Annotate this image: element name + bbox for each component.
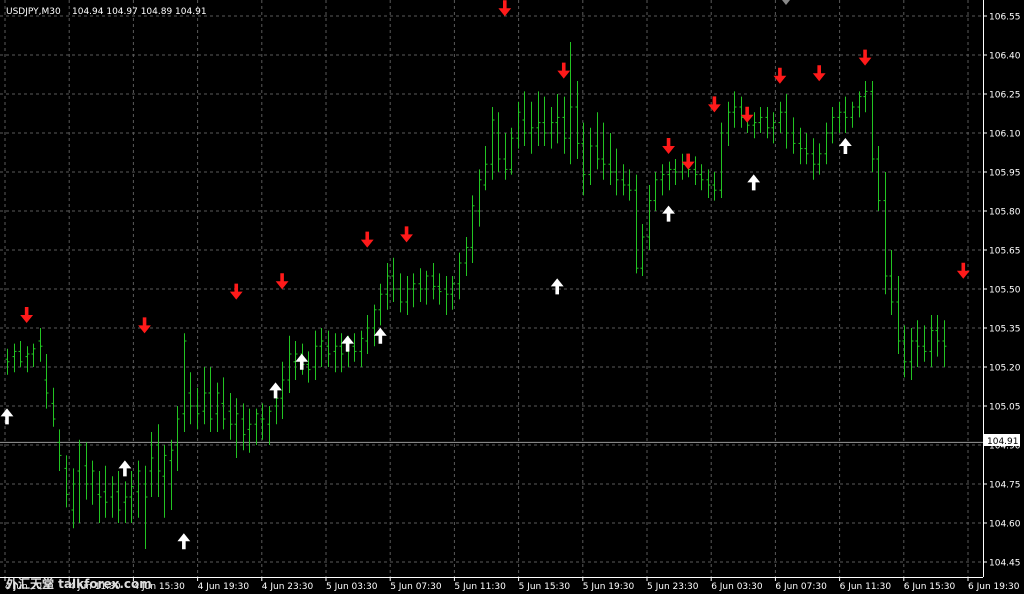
price-tick-label: 105.65 <box>989 247 1021 257</box>
time-tick-label: 5 Jun 15:30 <box>519 582 571 592</box>
time-tick-label: 5 Jun 07:30 <box>390 582 442 592</box>
time-tick-label: 4 Jun 23:30 <box>262 582 314 592</box>
time-tick-label: 5 Jun 11:30 <box>454 582 506 592</box>
ohlc-readout: 104.94 104.97 104.89 104.91 <box>72 7 207 17</box>
price-tick-label: 104.45 <box>989 559 1021 569</box>
price-tick-label: 106.55 <box>989 13 1021 23</box>
price-tick-label: 105.35 <box>989 325 1021 335</box>
chart-window: 106.55 106.40 106.25 106.10 105.95 105.80 105.… <box>0 0 1024 594</box>
price-tick-label: 105.80 <box>989 208 1021 218</box>
time-tick-label: 5 Jun 03:30 <box>326 582 378 592</box>
time-tick-label: 6 Jun 07:30 <box>775 582 827 592</box>
time-tick-label: 4 Jun 19:30 <box>198 582 250 592</box>
price-tick-label: 105.95 <box>989 169 1021 179</box>
time-tick-label: 6 Jun 03:30 <box>711 582 763 592</box>
chart-background <box>0 0 1024 594</box>
price-tick-label: 105.20 <box>989 364 1021 374</box>
price-chart[interactable]: 106.55 106.40 106.25 106.10 105.95 105.80 105.… <box>0 0 1024 594</box>
price-tick-label: 105.50 <box>989 286 1021 296</box>
current-price-value: 104.91 <box>987 437 1019 447</box>
current-price-tag: 104.91 <box>984 434 1020 447</box>
price-tick-label: 104.75 <box>989 481 1021 491</box>
time-tick-label: 6 Jun 15:30 <box>904 582 956 592</box>
price-tick-label: 105.05 <box>989 403 1021 413</box>
price-tick-label: 106.10 <box>989 130 1021 140</box>
symbol-label: USDJPY,M30 <box>6 7 61 17</box>
watermark: 外汇天堂 talkforex.com <box>6 576 152 591</box>
price-tick-label: 106.25 <box>989 91 1021 101</box>
time-tick-label: 6 Jun 19:30 <box>968 582 1020 592</box>
price-tick-label: 104.60 <box>989 520 1021 530</box>
time-tick-label: 5 Jun 19:30 <box>583 582 635 592</box>
time-tick-label: 5 Jun 23:30 <box>647 582 699 592</box>
price-tick-label: 106.40 <box>989 52 1021 62</box>
time-tick-label: 6 Jun 11:30 <box>840 582 892 592</box>
